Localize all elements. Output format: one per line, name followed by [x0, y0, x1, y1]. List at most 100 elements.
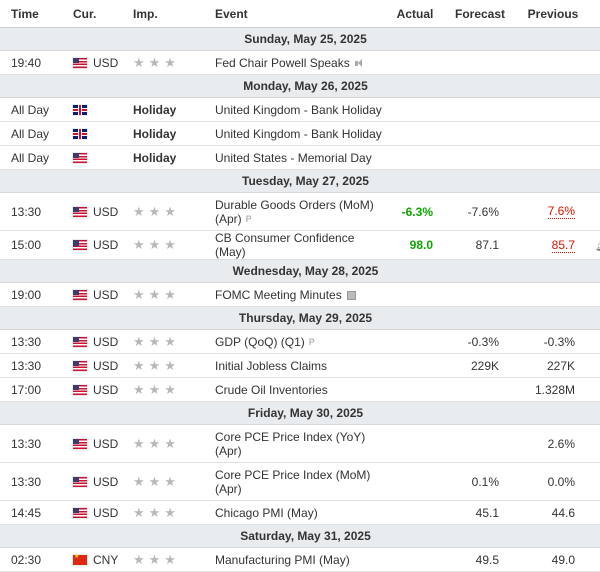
event-name[interactable]: Core PCE Price Index (YoY) — [215, 430, 365, 444]
us-flag-icon — [73, 384, 87, 395]
event-time: 15:00 — [0, 230, 73, 260]
event-currency: USD — [93, 204, 119, 219]
day-header-row: Tuesday, May 27, 2025 — [0, 169, 600, 193]
event-name[interactable]: Initial Jobless Claims — [215, 353, 383, 378]
preliminary-icon: P — [308, 337, 315, 348]
event-forecast: 0.1% — [447, 462, 513, 501]
col-header-event[interactable]: Event — [215, 0, 383, 28]
day-label: Thursday, May 29, 2025 — [0, 306, 600, 330]
event-forecast — [447, 424, 513, 463]
event-row[interactable]: 14:45 USD ★★★ Chicago PMI (May) 45.1 44.… — [0, 500, 600, 525]
preliminary-icon: P — [245, 214, 252, 225]
event-name[interactable]: Chicago PMI (May) — [215, 500, 383, 525]
event-name[interactable]: Fed Chair Powell Speaks — [215, 56, 350, 70]
event-name[interactable]: Core PCE Price Index (MoM) — [215, 468, 370, 482]
importance-stars-icon: ★★★ — [133, 504, 180, 520]
event-name[interactable]: CB Consumer Confidence (May) — [215, 230, 383, 260]
event-row[interactable]: 13:30 USD ★★★ Initial Jobless Claims 229… — [0, 353, 600, 378]
event-row[interactable]: All Day Holiday United States - Memorial… — [0, 145, 600, 170]
event-name: United States - Memorial Day — [215, 145, 383, 170]
us-flag-icon — [73, 57, 87, 68]
event-row[interactable]: 17:00 USD ★★★ Crude Oil Inventories 1.32… — [0, 377, 600, 402]
event-row[interactable]: 19:00 USD ★★★ FOMC Meeting Minutes — [0, 282, 600, 307]
event-forecast — [447, 50, 513, 75]
event-forecast: 45.1 — [447, 500, 513, 525]
event-name[interactable]: GDP (QoQ) (Q1) — [215, 335, 305, 349]
us-flag-icon — [73, 289, 87, 300]
event-time: 13:30 — [0, 192, 73, 231]
event-row[interactable]: 19:40 USD ★★★ Fed Chair Powell Speaks — [0, 50, 600, 75]
cn-flag-icon — [73, 553, 87, 565]
event-time: 02:30 — [0, 547, 73, 572]
col-header-actual[interactable]: Actual — [383, 0, 447, 28]
economic-calendar-table: Time Cur. Imp. Event Actual Forecast Pre… — [0, 0, 600, 572]
event-name[interactable]: Durable Goods Orders (MoM) — [215, 198, 374, 212]
event-previous: 2.6% — [513, 424, 593, 463]
event-previous: 44.6 — [513, 500, 593, 525]
event-holiday: Holiday — [133, 121, 215, 146]
event-time: 13:30 — [0, 424, 73, 463]
uk-flag-icon — [73, 128, 87, 139]
event-currency: USD — [93, 55, 119, 70]
col-header-currency[interactable]: Cur. — [73, 0, 133, 28]
event-row[interactable]: 13:30 USD ★★★ Core PCE Price Index (YoY)… — [0, 424, 600, 463]
importance-stars-icon: ★★★ — [133, 333, 180, 349]
event-row[interactable]: All Day Holiday United Kingdom - Bank Ho… — [0, 97, 600, 122]
importance-stars-icon: ★★★ — [133, 473, 180, 489]
event-time: 14:45 — [0, 500, 73, 525]
event-currency: USD — [93, 436, 119, 451]
us-flag-icon — [73, 360, 87, 371]
col-header-previous[interactable]: Previous — [513, 0, 593, 28]
col-header-time[interactable]: Time — [0, 0, 73, 28]
event-currency: USD — [93, 505, 119, 520]
col-header-importance[interactable]: Imp. — [133, 0, 215, 28]
importance-stars-icon: ★★★ — [133, 237, 180, 252]
event-name-period[interactable]: (Apr) — [215, 444, 242, 458]
importance-stars-icon: ★★★ — [133, 551, 180, 567]
event-holiday: Holiday — [133, 145, 215, 170]
day-header-row: Sunday, May 25, 2025 — [0, 27, 600, 51]
event-row[interactable]: 13:30 USD ★★★ Durable Goods Orders (MoM)… — [0, 192, 600, 231]
event-name: United Kingdom - Bank Holiday — [215, 121, 383, 146]
day-label: Saturday, May 31, 2025 — [0, 524, 600, 548]
event-row[interactable]: 15:00 USD ★★★ CB Consumer Confidence (Ma… — [0, 230, 600, 260]
event-name: United Kingdom - Bank Holiday — [215, 97, 383, 122]
event-actual: 98.0 — [383, 230, 447, 260]
us-flag-icon — [73, 336, 87, 347]
event-previous[interactable]: 7.6% — [547, 205, 575, 219]
day-header-row: Monday, May 26, 2025 — [0, 74, 600, 98]
speaker-icon — [354, 58, 364, 68]
table-header-row: Time Cur. Imp. Event Actual Forecast Pre… — [0, 0, 600, 28]
importance-stars-icon: ★★★ — [133, 54, 180, 70]
event-currency: USD — [93, 474, 119, 489]
event-previous[interactable]: 85.7 — [551, 238, 575, 253]
day-header-row: Thursday, May 29, 2025 — [0, 306, 600, 330]
day-label: Tuesday, May 27, 2025 — [0, 169, 600, 193]
event-currency: USD — [93, 287, 119, 302]
day-header-row: Wednesday, May 28, 2025 — [0, 259, 600, 283]
event-previous — [513, 50, 593, 75]
event-currency: USD — [93, 334, 119, 349]
event-row[interactable]: All Day Holiday United Kingdom - Bank Ho… — [0, 121, 600, 146]
event-name-period[interactable]: (Apr) — [215, 482, 242, 496]
event-forecast: 49.5 — [447, 547, 513, 572]
event-previous: -0.3% — [513, 329, 593, 354]
importance-stars-icon: ★★★ — [133, 286, 180, 302]
col-header-forecast[interactable]: Forecast — [447, 0, 513, 28]
event-row[interactable]: 13:30 USD ★★★ Core PCE Price Index (MoM)… — [0, 462, 600, 501]
event-name[interactable]: Manufacturing PMI (May) — [215, 547, 383, 572]
uk-flag-icon — [73, 104, 87, 115]
event-currency: USD — [93, 238, 119, 252]
event-name[interactable]: Crude Oil Inventories — [215, 377, 383, 402]
day-label: Friday, May 30, 2025 — [0, 401, 600, 425]
event-time: 13:30 — [0, 329, 73, 354]
event-row[interactable]: 13:30 USD ★★★ GDP (QoQ) (Q1) P -0.3% -0.3… — [0, 329, 600, 354]
event-forecast: -7.6% — [447, 192, 513, 231]
event-row[interactable]: 02:30 CNY ★★★ Manufacturing PMI (May) 49… — [0, 547, 600, 572]
event-actual: -6.3% — [383, 192, 447, 231]
event-name[interactable]: FOMC Meeting Minutes — [215, 288, 342, 302]
bell-plus-icon[interactable]: 🔔︎ — [593, 230, 600, 260]
event-forecast: 229K — [447, 353, 513, 378]
event-holiday: Holiday — [133, 97, 215, 122]
event-name-period[interactable]: (Apr) — [215, 212, 242, 226]
